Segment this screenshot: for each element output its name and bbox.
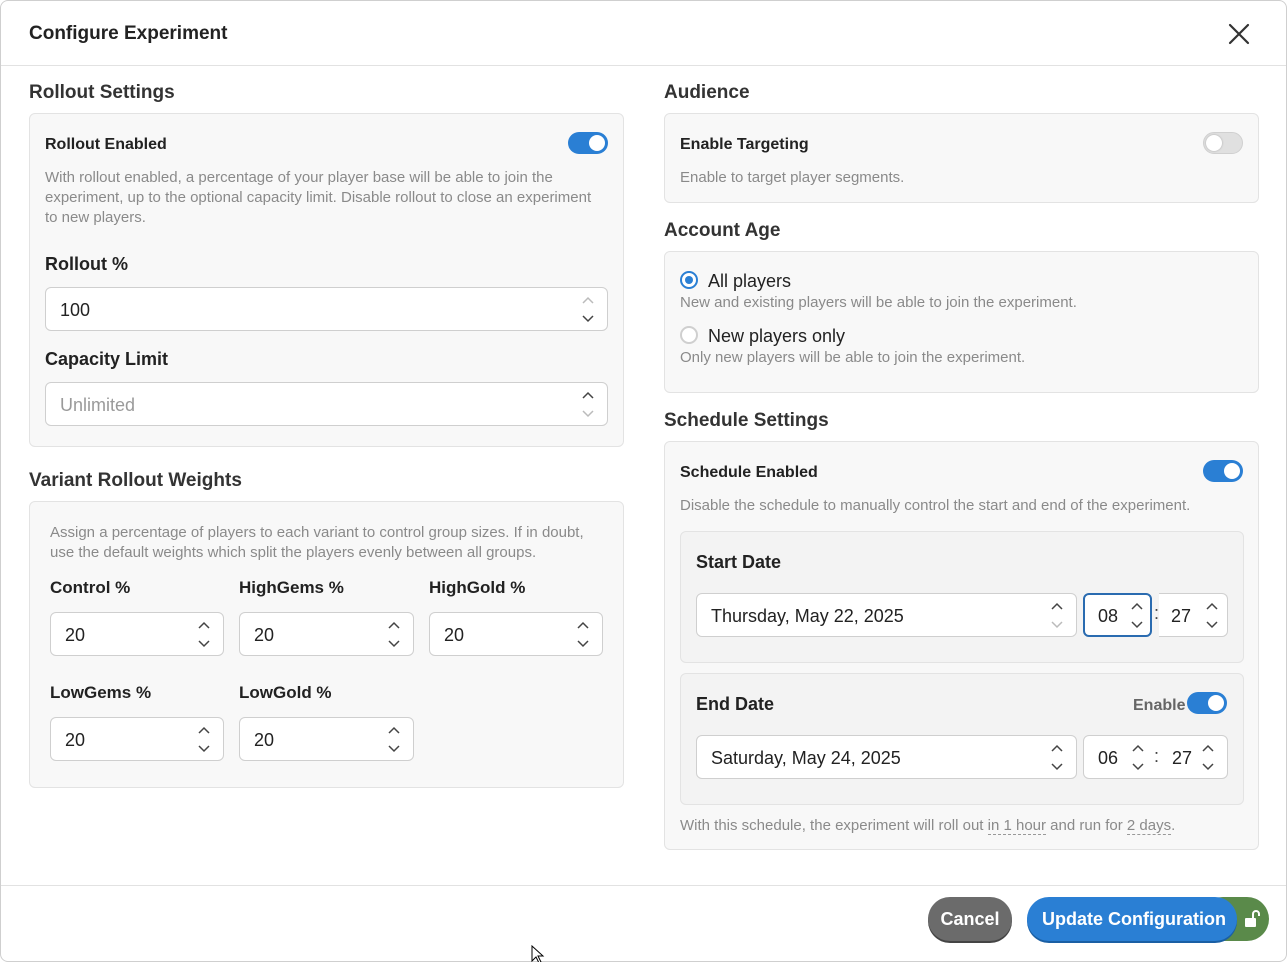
variant-highgold-input[interactable]: 20 xyxy=(429,612,603,656)
targeting-help-text: Enable to target player segments. xyxy=(680,169,905,186)
audience-title: Audience xyxy=(664,82,750,103)
variant-lowgems-stepper[interactable] xyxy=(197,725,211,755)
close-icon[interactable] xyxy=(1226,21,1252,47)
end-minute-stepper[interactable] xyxy=(1201,743,1215,773)
variant-highgems-stepper[interactable] xyxy=(387,620,401,650)
start-minute-value: 27 xyxy=(1171,606,1192,626)
cancel-button[interactable]: Cancel xyxy=(928,897,1012,941)
schedule-enabled-toggle[interactable] xyxy=(1203,460,1243,482)
capacity-limit-placeholder: Unlimited xyxy=(60,395,136,415)
end-hour-value: 06 xyxy=(1098,748,1119,768)
variant-lowgold-label: LowGold % xyxy=(239,683,332,702)
rollout-percent-label: Rollout % xyxy=(45,254,128,274)
end-date-value: Saturday, May 24, 2025 xyxy=(711,748,901,768)
variant-control-input[interactable]: 20 xyxy=(50,612,224,656)
variant-lowgold-value: 20 xyxy=(254,730,275,750)
schedule-summary-suffix: . xyxy=(1171,817,1176,834)
update-configuration-button[interactable]: Update Configuration xyxy=(1027,897,1237,941)
start-hour-stepper[interactable] xyxy=(1130,601,1144,631)
variant-highgold-value: 20 xyxy=(444,625,465,645)
variant-highgems-label: HighGems % xyxy=(239,578,344,597)
rollout-settings-title: Rollout Settings xyxy=(29,82,175,103)
dialog-title: Configure Experiment xyxy=(29,23,228,44)
start-date-stepper[interactable] xyxy=(1050,601,1064,631)
rollout-percent-stepper[interactable] xyxy=(581,295,595,325)
rollout-enabled-toggle[interactable] xyxy=(568,132,608,154)
end-date-input[interactable]: Saturday, May 24, 2025 xyxy=(696,735,1077,779)
end-date-stepper[interactable] xyxy=(1050,743,1064,773)
end-minute-value: 27 xyxy=(1172,748,1193,768)
all-players-help: New and existing players will be able to… xyxy=(680,294,1077,311)
variant-lowgems-label: LowGems % xyxy=(50,683,152,702)
start-hour-input[interactable]: 08 xyxy=(1083,593,1152,637)
variant-lowgold-input[interactable]: 20 xyxy=(239,717,414,761)
schedule-summary-start: in 1 hour xyxy=(987,817,1047,835)
configure-experiment-dialog: Configure Experiment Rollout Settings Ro… xyxy=(0,0,1287,962)
start-date-value: Thursday, May 22, 2025 xyxy=(711,606,904,626)
variant-highgems-value: 20 xyxy=(254,625,275,645)
rollout-help-text: With rollout enabled, a percentage of yo… xyxy=(45,169,592,226)
variant-highgold-label: HighGold % xyxy=(429,578,526,597)
enable-targeting-label: Enable Targeting xyxy=(680,136,809,153)
schedule-help-text: Disable the schedule to manually control… xyxy=(680,497,1191,514)
variant-control-value: 20 xyxy=(65,625,86,645)
rollout-percent-input[interactable]: 100 xyxy=(45,287,608,331)
start-minute-input[interactable]: 27 xyxy=(1159,593,1228,637)
rollout-enabled-label: Rollout Enabled xyxy=(45,136,167,153)
start-date-input[interactable]: Thursday, May 22, 2025 xyxy=(696,593,1077,637)
variant-control-stepper[interactable] xyxy=(197,620,211,650)
account-age-panel: All players New and existing players wil… xyxy=(664,251,1259,393)
variant-lowgems-input[interactable]: 20 xyxy=(50,717,224,761)
new-players-only-label[interactable]: New players only xyxy=(708,326,845,347)
end-date-label: End Date xyxy=(696,694,775,714)
end-hour-stepper[interactable] xyxy=(1131,743,1145,773)
schedule-settings-panel: Schedule Enabled Disable the schedule to… xyxy=(664,441,1259,850)
capacity-limit-label: Capacity Limit xyxy=(45,349,169,369)
new-players-only-help: Only new players will be able to join th… xyxy=(680,349,1026,366)
end-date-panel: End Date Enable Saturday, May 24, 2025 0… xyxy=(680,673,1244,805)
variant-highgold-stepper[interactable] xyxy=(576,620,590,650)
radio-all-players[interactable] xyxy=(680,271,698,289)
end-time-separator: : xyxy=(1154,746,1160,766)
enable-targeting-toggle[interactable] xyxy=(1203,132,1243,154)
schedule-settings-title: Schedule Settings xyxy=(664,410,829,431)
start-minute-stepper[interactable] xyxy=(1205,601,1219,631)
variant-lowgold-stepper[interactable] xyxy=(387,725,401,755)
dialog-header: Configure Experiment xyxy=(1,1,1286,66)
schedule-summary-mid: and run for xyxy=(1046,817,1127,834)
end-date-enable-label: Enable xyxy=(1133,697,1186,714)
variant-highgems-input[interactable]: 20 xyxy=(239,612,414,656)
variant-weights-help: Assign a percentage of players to each v… xyxy=(50,524,584,561)
variant-lowgems-value: 20 xyxy=(65,730,86,750)
start-hour-value: 08 xyxy=(1098,606,1119,626)
variant-control-label: Control % xyxy=(50,578,131,597)
schedule-summary-prefix: With this schedule, the experiment will … xyxy=(680,817,988,834)
variant-weights-title: Variant Rollout Weights xyxy=(29,470,242,491)
account-age-title: Account Age xyxy=(664,220,781,241)
variant-weights-panel: Assign a percentage of players to each v… xyxy=(29,501,624,788)
rollout-settings-panel: Rollout Enabled With rollout enabled, a … xyxy=(29,113,624,447)
radio-new-players-only[interactable] xyxy=(680,326,698,344)
rollout-percent-value: 100 xyxy=(60,300,91,320)
end-time-input[interactable]: 06 : 27 xyxy=(1083,735,1228,779)
end-date-enable-toggle[interactable] xyxy=(1187,692,1227,714)
start-date-panel: Start Date Thursday, May 22, 2025 08 : 2… xyxy=(680,531,1244,663)
schedule-enabled-label: Schedule Enabled xyxy=(680,464,818,481)
schedule-summary-duration: 2 days xyxy=(1126,817,1172,835)
schedule-summary: With this schedule, the experiment will … xyxy=(680,816,1175,836)
capacity-limit-stepper[interactable] xyxy=(581,390,595,420)
capacity-limit-input[interactable]: Unlimited xyxy=(45,382,608,426)
audience-panel: Enable Targeting Enable to target player… xyxy=(664,113,1259,203)
mouse-cursor-icon xyxy=(531,944,545,962)
unlock-icon[interactable] xyxy=(1243,909,1261,934)
start-date-label: Start Date xyxy=(696,552,782,572)
all-players-label[interactable]: All players xyxy=(708,271,791,292)
